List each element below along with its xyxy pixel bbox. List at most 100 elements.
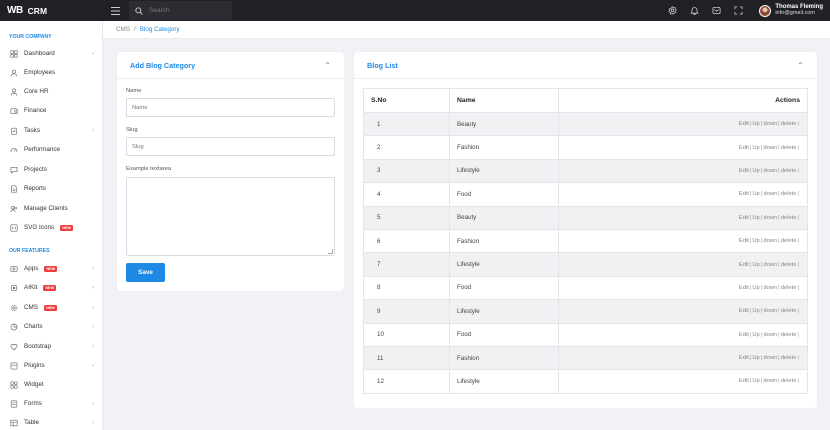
sidebar-item-projects[interactable]: Projects [0,160,102,179]
action-delete-link[interactable]: delete [781,215,797,221]
action-up-link[interactable]: Up [752,378,759,384]
sidebar-item-label: Performance [24,146,61,153]
chevron-up-icon[interactable]: ⌃ [324,61,331,70]
action-edit-link[interactable]: Edit [739,191,749,197]
action-edit-link[interactable]: Edit [739,121,749,127]
sidebar-item-manage-clients[interactable]: Manage Clients [0,199,102,218]
sidebar-item-label: Employees [24,69,56,76]
slug-input[interactable] [126,137,335,156]
sidebar-item-table[interactable]: Table › [0,413,102,430]
cell-name: Lifestyle [449,158,559,184]
action-delete-link[interactable]: delete [781,355,797,361]
action-down-link[interactable]: down [763,378,777,384]
messages-button[interactable] [705,0,727,21]
sidebar-item-performance[interactable]: Performance [0,140,102,159]
sidebar-item-plugins[interactable]: Plugins › [0,356,102,375]
action-up-link[interactable]: Up [752,215,759,221]
sidebar-item-forms[interactable]: Forms › [0,394,102,413]
action-up-link[interactable]: Up [752,262,759,268]
action-delete-link[interactable]: delete [781,145,797,151]
action-down-link[interactable]: down [763,145,777,151]
action-up-link[interactable]: Up [752,145,759,151]
action-edit-link[interactable]: Edit [739,262,749,268]
action-delete-link[interactable]: delete [781,168,797,174]
action-down-link[interactable]: down [763,191,777,197]
action-down-link[interactable]: down [763,121,777,127]
action-edit-link[interactable]: Edit [739,378,749,384]
action-delete-link[interactable]: delete [781,285,797,291]
action-edit-link[interactable]: Edit [739,145,749,151]
cell-sno: 2 [363,135,450,160]
action-down-link[interactable]: down [763,215,777,221]
sidebar-item-employees[interactable]: Employees [0,63,102,82]
search-box[interactable] [129,1,232,20]
example-textarea[interactable] [126,177,335,256]
cell-name: Lifestyle [449,369,559,394]
save-button[interactable]: Save [126,263,165,282]
action-up-link[interactable]: Up [752,238,759,244]
cell-actions: Edit|Up|down|delete| [558,205,808,230]
action-delete-link[interactable]: delete [781,378,797,384]
fullscreen-button[interactable] [727,0,749,21]
action-down-link[interactable]: down [763,238,777,244]
name-input[interactable] [126,98,335,117]
action-edit-link[interactable]: Edit [739,285,749,291]
action-up-link[interactable]: Up [752,355,759,361]
resize-handle-icon[interactable] [328,249,333,254]
sidebar-item-tasks[interactable]: Tasks › [0,121,102,140]
sidebar-item-apps[interactable]: Apps NEW › [0,259,102,278]
action-delete-link[interactable]: delete [781,121,797,127]
action-up-link[interactable]: Up [752,191,759,197]
action-delete-link[interactable]: delete [781,262,797,268]
action-down-link[interactable]: down [763,355,777,361]
search-input[interactable] [149,7,219,14]
action-delete-link[interactable]: delete [781,191,797,197]
sidebar-item-aikit[interactable]: AIKit NEW › [0,278,102,297]
sidebar-item-core-hr[interactable]: Core HR [0,82,102,101]
action-edit-link[interactable]: Edit [739,238,749,244]
fullscreen-icon [734,6,743,15]
action-down-link[interactable]: down [763,332,777,338]
settings-button[interactable] [661,0,683,21]
action-down-link[interactable]: down [763,168,777,174]
action-up-link[interactable]: Up [752,332,759,338]
sidebar-item-cms[interactable]: CMS NEW › [0,298,102,317]
gear-icon [668,6,677,15]
sidebar-item-widget[interactable]: Widget [0,375,102,394]
action-edit-link[interactable]: Edit [739,355,749,361]
action-edit-link[interactable]: Edit [739,308,749,314]
notifications-button[interactable] [683,0,705,21]
user-menu[interactable]: Thomas Fleming info@gmail.com [749,4,830,17]
cell-name: Fashion [449,228,559,254]
action-down-link[interactable]: down [763,308,777,314]
table-row: 11 Fashion Edit|Up|down|delete| [363,345,808,371]
brand[interactable]: WB CRM [0,0,103,21]
action-delete-link[interactable]: delete [781,238,797,244]
action-up-link[interactable]: Up [752,168,759,174]
action-up-link[interactable]: Up [752,285,759,291]
sidebar-item-charts[interactable]: Charts › [0,317,102,336]
cell-sno: 6 [363,228,450,254]
brand-name: CRM [27,5,48,16]
chevron-up-icon[interactable]: ⌃ [797,61,804,70]
sidebar-item-bootstrap[interactable]: Bootstrap › [0,337,102,356]
breadcrumb-cms-link[interactable]: CMS [116,26,130,33]
action-down-link[interactable]: down [763,285,777,291]
sidebar-section-our-features: OUR FEATURES [9,248,50,254]
action-separator: | [797,378,799,385]
action-delete-link[interactable]: delete [781,332,797,338]
action-up-link[interactable]: Up [752,121,759,127]
sidebar-item-finance[interactable]: Finance [0,101,102,120]
sidebar-item-dashboard[interactable]: Dashboard › [0,44,102,63]
sidebar-item-label: Manage Clients [24,205,68,212]
sidebar-item-reports[interactable]: Reports [0,179,102,198]
action-edit-link[interactable]: Edit [739,215,749,221]
cell-sno: 12 [363,369,450,394]
action-down-link[interactable]: down [763,262,777,268]
action-delete-link[interactable]: delete [781,308,797,314]
hamburger-menu-button[interactable] [103,0,127,21]
action-edit-link[interactable]: Edit [739,332,749,338]
action-up-link[interactable]: Up [752,308,759,314]
action-edit-link[interactable]: Edit [739,168,749,174]
sidebar-item-svg-icons[interactable]: SVG Icons NEW [0,218,102,237]
